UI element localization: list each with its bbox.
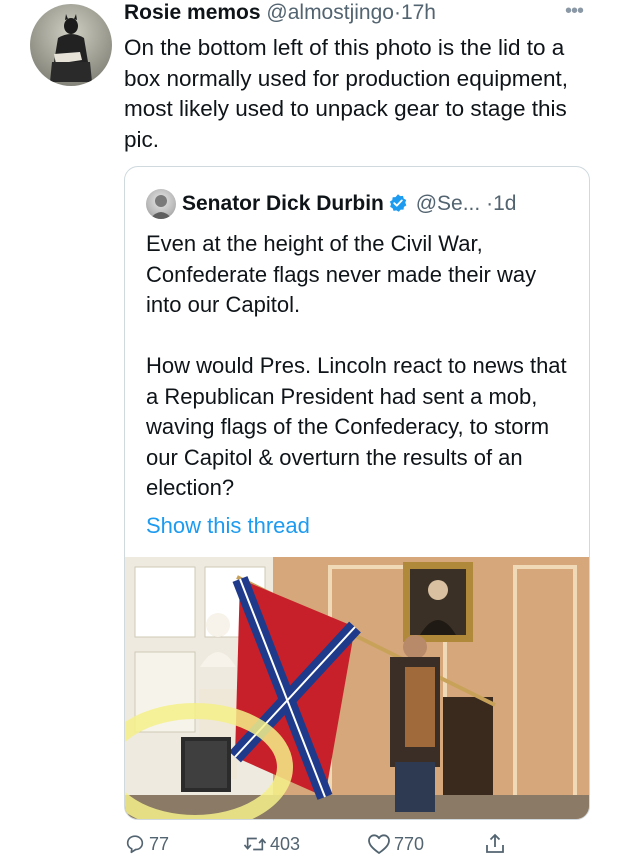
retweet-count: 403: [270, 834, 301, 854]
reply-button[interactable]: 77: [124, 832, 169, 856]
quoted-paragraph: Even at the height of the Civil War, Con…: [146, 231, 537, 317]
reply-icon: [126, 835, 144, 854]
avatar-portrait: [150, 195, 172, 219]
photo-image: [125, 557, 589, 819]
quoted-paragraph: How would Pres. Lincoln react to news th…: [146, 353, 567, 500]
heart-icon: [368, 834, 390, 854]
author-avatar[interactable]: [30, 4, 112, 86]
reply-count: 77: [149, 834, 170, 854]
author-handle[interactable]: @almostjingo: [266, 1, 394, 24]
verified-badge-icon: [389, 194, 407, 212]
like-button[interactable]: 770: [367, 832, 424, 856]
quoted-timestamp[interactable]: 1d: [493, 192, 516, 215]
tweet-actions: 77 403 770: [0, 820, 619, 867]
author-name[interactable]: Rosie memos: [124, 1, 261, 24]
timestamp[interactable]: 17h: [401, 1, 436, 24]
retweet-icon: [243, 837, 267, 851]
quoted-author-avatar[interactable]: [146, 189, 176, 219]
tweet-text: On the bottom left of this photo is the …: [124, 35, 569, 152]
more-icon[interactable]: •••: [565, 0, 584, 22]
share-button[interactable]: [484, 832, 509, 856]
quoted-author-name[interactable]: Senator Dick Durbin: [182, 192, 384, 215]
show-thread-link[interactable]: Show this thread: [146, 511, 310, 541]
attached-photo[interactable]: [125, 557, 589, 819]
avatar-figure: [50, 14, 92, 82]
like-count: 770: [394, 834, 425, 854]
share-icon: [486, 833, 504, 853]
retweet-button[interactable]: 403: [243, 832, 300, 856]
quoted-author-handle[interactable]: @Se...: [416, 192, 481, 215]
quoted-tweet[interactable]: Senator Dick Durbin @Se... ·1d Even at t…: [124, 166, 590, 820]
tweet-header: Rosie memos @almostjingo·17h: [124, 0, 436, 26]
quoted-tweet-text: Even at the height of the Civil War, Con…: [146, 229, 571, 504]
separator: ·: [393, 1, 401, 24]
quoted-tweet-header: Senator Dick Durbin @Se... ·1d: [182, 189, 516, 219]
